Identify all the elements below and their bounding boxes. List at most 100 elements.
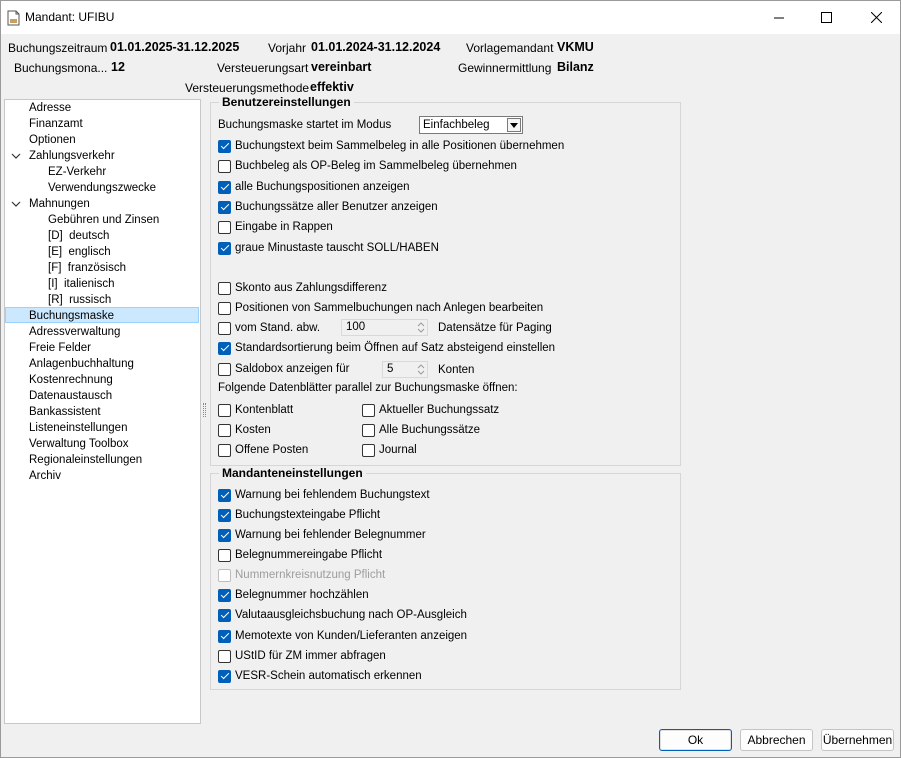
app-icon (7, 10, 20, 26)
option-memotexte[interactable]: Memotexte von Kunden/Lieferanten anzeige… (218, 627, 467, 645)
tree-item-listeneinstellungen[interactable]: Listeneinstellungen (29, 420, 127, 436)
checkbox (218, 568, 231, 582)
tree-item-verwaltung-toolbox[interactable]: Verwaltung Toolbox (29, 436, 129, 452)
tree-item-regionaleinstellungen[interactable]: Regionaleinstellungen (29, 452, 142, 468)
option-buchungstext-sammelbeleg[interactable]: Buchungstext beim Sammelbeleg in alle Po… (218, 137, 564, 155)
tree-item-freie-felder[interactable]: Freie Felder (29, 340, 91, 356)
option-ustid-zm[interactable]: UStID für ZM immer abfragen (218, 647, 386, 665)
checkbox[interactable] (218, 649, 231, 663)
tree-item-gebuehren-und-zinsen[interactable]: Gebühren und Zinsen (48, 212, 159, 228)
tree-item-buchungsmaske[interactable]: Buchungsmaske (5, 307, 199, 323)
checkbox[interactable] (218, 403, 231, 417)
modus-select[interactable]: Einfachbeleg (419, 116, 523, 134)
checkbox[interactable] (218, 629, 231, 643)
tree-item-adresse[interactable]: Adresse (29, 100, 71, 116)
close-button[interactable] (853, 1, 899, 34)
option-warnung-buchungstext[interactable]: Warnung bei fehlendem Buchungstext (218, 486, 430, 504)
paging-suffix: Datensätze für Paging (438, 322, 552, 334)
gewinnermittlung-value: Bilanz (557, 60, 594, 74)
checkbox[interactable] (218, 548, 231, 562)
checkbox[interactable] (218, 180, 231, 194)
option-skonto-zahlungsdifferenz[interactable]: Skonto aus Zahlungsdifferenz (218, 279, 387, 297)
tree-item-datenaustausch[interactable]: Datenaustausch (29, 388, 112, 404)
sheet-aktueller-buchungssatz[interactable]: Aktueller Buchungssatz (362, 401, 499, 419)
checkbox[interactable] (218, 669, 231, 683)
sheet-offene-posten[interactable]: Offene Posten (218, 441, 308, 459)
tree-item-deutsch[interactable]: [D] deutsch (48, 228, 109, 244)
sheet-journal[interactable]: Journal (362, 441, 417, 459)
cancel-button[interactable]: Abbrechen (740, 729, 813, 751)
checkbox[interactable] (218, 443, 231, 457)
window-title: Mandant: UFIBU (25, 10, 115, 24)
checkbox[interactable] (218, 608, 231, 622)
checkbox[interactable] (218, 588, 231, 602)
ok-button[interactable]: Ok (659, 729, 732, 751)
sheet-kosten[interactable]: Kosten (218, 421, 271, 439)
tree-item-kostenrechnung[interactable]: Kostenrechnung (29, 372, 113, 388)
tree-item-bankassistent[interactable]: Bankassistent (29, 404, 101, 420)
mandanteneinstellungen-title: Mandanteneinstellungen (219, 466, 366, 480)
checkbox[interactable] (362, 423, 375, 437)
tree-item-optionen[interactable]: Optionen (29, 132, 76, 148)
option-vesr-schein[interactable]: VESR-Schein automatisch erkennen (218, 667, 422, 685)
option-positionen-sammelbuchungen[interactable]: Positionen von Sammelbuchungen nach Anle… (218, 299, 543, 317)
benutzereinstellungen-group: Benutzereinstellungen Buchungsmaske star… (210, 95, 681, 466)
option-belegnummer-hochzaehlen[interactable]: Belegnummer hochzählen (218, 586, 369, 604)
saldo-stepper[interactable]: 5 (382, 361, 428, 378)
option-graue-minustaste[interactable]: graue Minustaste tauscht SOLL/HABEN (218, 239, 439, 257)
checkbox[interactable] (218, 159, 231, 173)
option-warnung-belegnummer[interactable]: Warnung bei fehlender Belegnummer (218, 526, 426, 544)
tree-item-russisch[interactable]: [R] russisch (48, 292, 111, 308)
chevron-down-icon[interactable] (11, 196, 21, 212)
checkbox[interactable] (218, 423, 231, 437)
checkbox[interactable] (218, 241, 231, 255)
option-paging[interactable]: vom Stand. abw. (218, 319, 320, 337)
tree-item-adressverwaltung[interactable]: Adressverwaltung (29, 324, 120, 340)
tree-item-archiv[interactable]: Archiv (29, 468, 61, 484)
chevron-down-icon[interactable] (11, 148, 21, 164)
tree-item-anlagenbuchhaltung[interactable]: Anlagenbuchhaltung (29, 356, 134, 372)
option-saldobox[interactable]: Saldobox anzeigen für (218, 360, 349, 378)
tree-item-verwendungszwecke[interactable]: Verwendungszwecke (48, 180, 156, 196)
minimize-button[interactable] (756, 1, 802, 34)
tree-item-englisch[interactable]: [E] englisch (48, 244, 111, 260)
option-belegnummereingabe-pflicht[interactable]: Belegnummereingabe Pflicht (218, 546, 382, 564)
checkbox[interactable] (218, 301, 231, 315)
option-alle-buchungspositionen[interactable]: alle Buchungspositionen anzeigen (218, 178, 410, 196)
option-buchungssaetze-aller-benutzer[interactable]: Buchungssätze aller Benutzer anzeigen (218, 198, 438, 216)
tree-item-mahnungen[interactable]: Mahnungen (29, 196, 90, 212)
tree-item-ez-verkehr[interactable]: EZ-Verkehr (48, 164, 106, 180)
paging-stepper[interactable]: 100 (341, 319, 428, 336)
buchungsmonat-value: 12 (111, 60, 125, 74)
tree-item-finanzamt[interactable]: Finanzamt (29, 116, 83, 132)
checkbox[interactable] (218, 200, 231, 214)
checkbox[interactable] (218, 508, 231, 522)
tree-item-italienisch[interactable]: [I] italienisch (48, 276, 114, 292)
maximize-button[interactable] (803, 1, 849, 34)
option-buchbeleg-op-beleg[interactable]: Buchbeleg als OP-Beleg im Sammelbeleg üb… (218, 157, 517, 175)
spin-arrows-icon (417, 364, 425, 375)
sheet-kontenblatt[interactable]: Kontenblatt (218, 401, 293, 419)
checkbox[interactable] (218, 488, 231, 502)
saldo-suffix: Konten (438, 364, 475, 376)
splitter-handle[interactable] (203, 403, 206, 417)
option-valutaausgleichsbuchung[interactable]: Valutaausgleichsbuchung nach OP-Ausgleic… (218, 606, 467, 624)
apply-button[interactable]: Übernehmen (821, 729, 894, 751)
checkbox[interactable] (218, 528, 231, 542)
checkbox[interactable] (362, 403, 375, 417)
checkbox[interactable] (218, 220, 231, 234)
sheet-alle-buchungssaetze[interactable]: Alle Buchungssätze (362, 421, 480, 439)
tree-item-zahlungsverkehr[interactable]: Zahlungsverkehr (29, 148, 115, 164)
option-buchungstexteingabe-pflicht[interactable]: Buchungstexteingabe Pflicht (218, 506, 380, 524)
checkbox[interactable] (218, 139, 231, 153)
checkbox[interactable] (218, 341, 231, 355)
checkbox[interactable] (218, 281, 231, 295)
maximize-icon (820, 12, 832, 23)
checkbox[interactable] (218, 362, 231, 376)
option-standardsortierung[interactable]: Standardsortierung beim Öffnen auf Satz … (218, 339, 555, 357)
checkbox[interactable] (362, 443, 375, 457)
checkbox[interactable] (218, 321, 231, 335)
option-nummernkreisnutzung-pflicht: Nummernkreisnutzung Pflicht (218, 566, 385, 584)
tree-item-franzoesisch[interactable]: [F] französisch (48, 260, 126, 276)
option-eingabe-in-rappen[interactable]: Eingabe in Rappen (218, 218, 333, 236)
